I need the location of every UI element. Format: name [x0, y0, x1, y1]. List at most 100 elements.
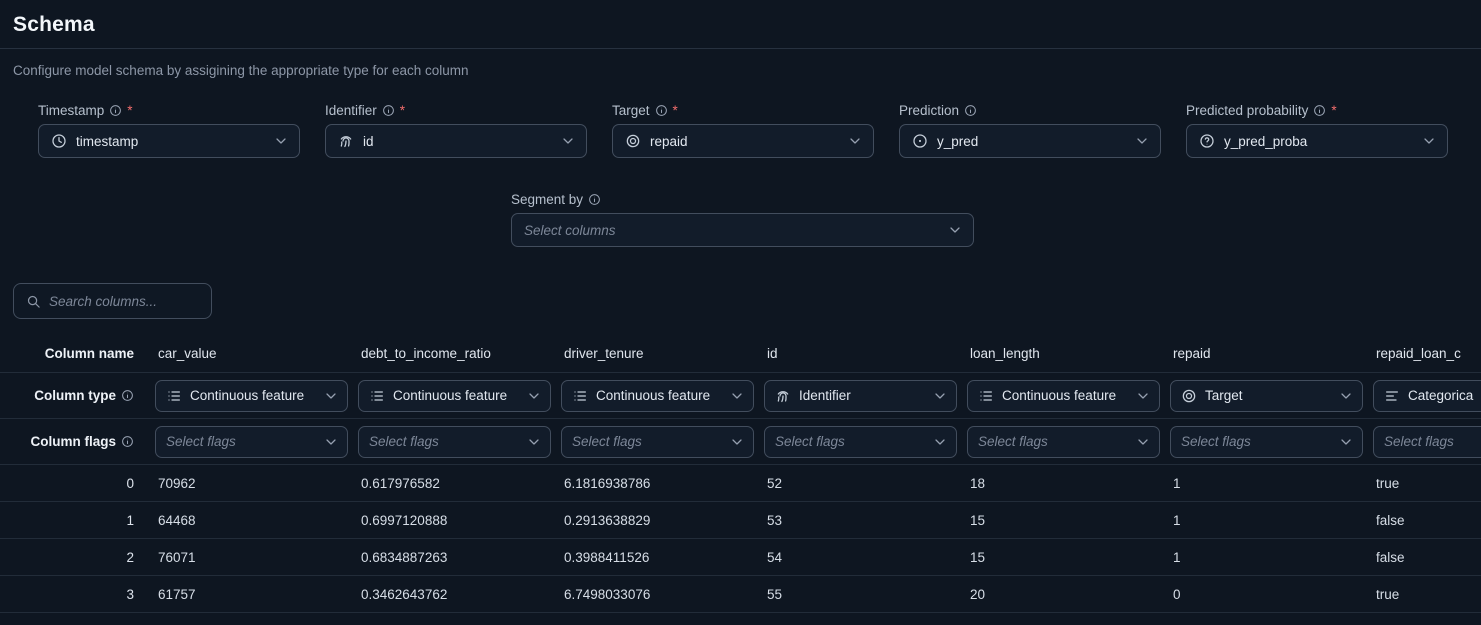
chevron-down-icon — [947, 222, 963, 238]
column-type-select[interactable]: Continuous feature — [155, 380, 348, 412]
probability-icon — [1199, 133, 1215, 149]
required-asterisk: * — [127, 103, 132, 118]
row-index: 3 — [0, 587, 142, 602]
column-flags-placeholder: Select flags — [978, 434, 1127, 449]
row-index: 2 — [0, 550, 142, 565]
timestamp-select[interactable]: timestamp — [38, 124, 300, 158]
chevron-down-icon — [729, 434, 745, 450]
search-box[interactable] — [13, 283, 212, 319]
info-icon — [588, 193, 601, 206]
column-flags-placeholder: Select flags — [572, 434, 721, 449]
table-cell: 1 — [1157, 513, 1360, 528]
chevron-down-icon — [526, 388, 542, 404]
column-flags-placeholder: Select flags — [166, 434, 315, 449]
table-cell: false — [1360, 513, 1481, 528]
column-type-value: Continuous feature — [393, 388, 518, 403]
table-cell: 0 — [1157, 587, 1360, 602]
column-flags-select[interactable]: Select flags — [764, 426, 957, 458]
column-type-header-text: Column type — [34, 388, 116, 403]
list-icon — [166, 388, 182, 404]
column-type-select[interactable]: Identifier — [764, 380, 957, 412]
column-flags-row: Column flags Select flags Select flags S… — [0, 419, 1481, 465]
schema-table: Column name car_value debt_to_income_rat… — [0, 335, 1481, 613]
column-flags-select[interactable]: Select flags — [1373, 426, 1481, 458]
table-cell: 6.1816938786 — [548, 476, 751, 491]
segment-by-select[interactable]: Select columns — [511, 213, 974, 247]
chevron-down-icon — [847, 133, 863, 149]
column-flags-select[interactable]: Select flags — [967, 426, 1160, 458]
column-type-select[interactable]: Categorica — [1373, 380, 1481, 412]
column-flags-select[interactable]: Select flags — [561, 426, 754, 458]
column-name: repaid — [1157, 346, 1360, 361]
table-cell: 0.3462643762 — [345, 587, 548, 602]
identifier-select[interactable]: id — [325, 124, 587, 158]
column-type-select[interactable]: Continuous feature — [967, 380, 1160, 412]
table-row: 3617570.34626437626.749803307655200true — [0, 576, 1481, 613]
predicted-probability-select-value: y_pred_proba — [1224, 134, 1412, 149]
column-type-select[interactable]: Target — [1170, 380, 1363, 412]
target-label-text: Target — [612, 103, 650, 118]
table-cell: 52 — [751, 476, 954, 491]
table-cell: 0.6834887263 — [345, 550, 548, 565]
table-cell: 0.3988411526 — [548, 550, 751, 565]
column-flags-select[interactable]: Select flags — [358, 426, 551, 458]
chevron-down-icon — [1135, 388, 1151, 404]
table-cell: 0.6997120888 — [345, 513, 548, 528]
column-type-value: Target — [1205, 388, 1330, 403]
info-icon — [1313, 104, 1326, 117]
target-icon — [625, 133, 641, 149]
chevron-down-icon — [526, 434, 542, 450]
chevron-down-icon — [932, 388, 948, 404]
chevron-down-icon — [1135, 434, 1151, 450]
table-cell: 70962 — [142, 476, 345, 491]
category-icon — [1384, 388, 1400, 404]
column-type-select[interactable]: Continuous feature — [561, 380, 754, 412]
segment-by-label: Segment by — [511, 191, 974, 207]
timestamp-select-value: timestamp — [76, 134, 264, 149]
info-icon — [964, 104, 977, 117]
chevron-down-icon — [560, 133, 576, 149]
search-input[interactable] — [49, 294, 199, 309]
table-row: 0709620.6179765826.181693878652181true — [0, 465, 1481, 502]
timestamp-label: Timestamp * — [38, 102, 300, 118]
table-cell: 55 — [751, 587, 954, 602]
target-select[interactable]: repaid — [612, 124, 874, 158]
column-type-value: Continuous feature — [190, 388, 315, 403]
chevron-down-icon — [1338, 434, 1354, 450]
schema-page: Schema Configure model schema by assigin… — [0, 0, 1481, 613]
prediction-label-text: Prediction — [899, 103, 959, 118]
target-icon — [1181, 388, 1197, 404]
predicted-probability-select[interactable]: y_pred_proba — [1186, 124, 1448, 158]
segment-by-selector: Segment by Select columns — [511, 191, 974, 247]
table-cell: 0.617976582 — [345, 476, 548, 491]
chevron-down-icon — [729, 388, 745, 404]
column-type-select[interactable]: Continuous feature — [358, 380, 551, 412]
schema-selectors: Timestamp * timestamp Identifier * id — [38, 102, 1481, 158]
column-flags-placeholder: Select flags — [369, 434, 518, 449]
page-subtitle: Configure model schema by assigining the… — [13, 63, 1468, 78]
column-flags-placeholder: Select flags — [1384, 434, 1481, 449]
info-icon — [109, 104, 122, 117]
column-flags-placeholder: Select flags — [1181, 434, 1330, 449]
prediction-select[interactable]: y_pred — [899, 124, 1161, 158]
table-cell: false — [1360, 550, 1481, 565]
table-cell: true — [1360, 587, 1481, 602]
column-flags-header-text: Column flags — [30, 434, 116, 449]
column-flags-select[interactable]: Select flags — [1170, 426, 1363, 458]
clock-icon — [51, 133, 67, 149]
column-name: loan_length — [954, 346, 1157, 361]
row-index: 1 — [0, 513, 142, 528]
column-flags-select[interactable]: Select flags — [155, 426, 348, 458]
table-cell: 15 — [954, 513, 1157, 528]
table-cell: true — [1360, 476, 1481, 491]
chevron-down-icon — [932, 434, 948, 450]
table-cell: 53 — [751, 513, 954, 528]
table-row: 1644680.69971208880.291363882953151false — [0, 502, 1481, 539]
table-cell: 1 — [1157, 550, 1360, 565]
identifier-selector: Identifier * id — [325, 102, 587, 158]
column-flags-placeholder: Select flags — [775, 434, 924, 449]
table-cell: 18 — [954, 476, 1157, 491]
chevron-down-icon — [1338, 388, 1354, 404]
column-flags-header: Column flags — [0, 434, 142, 449]
info-icon — [655, 104, 668, 117]
